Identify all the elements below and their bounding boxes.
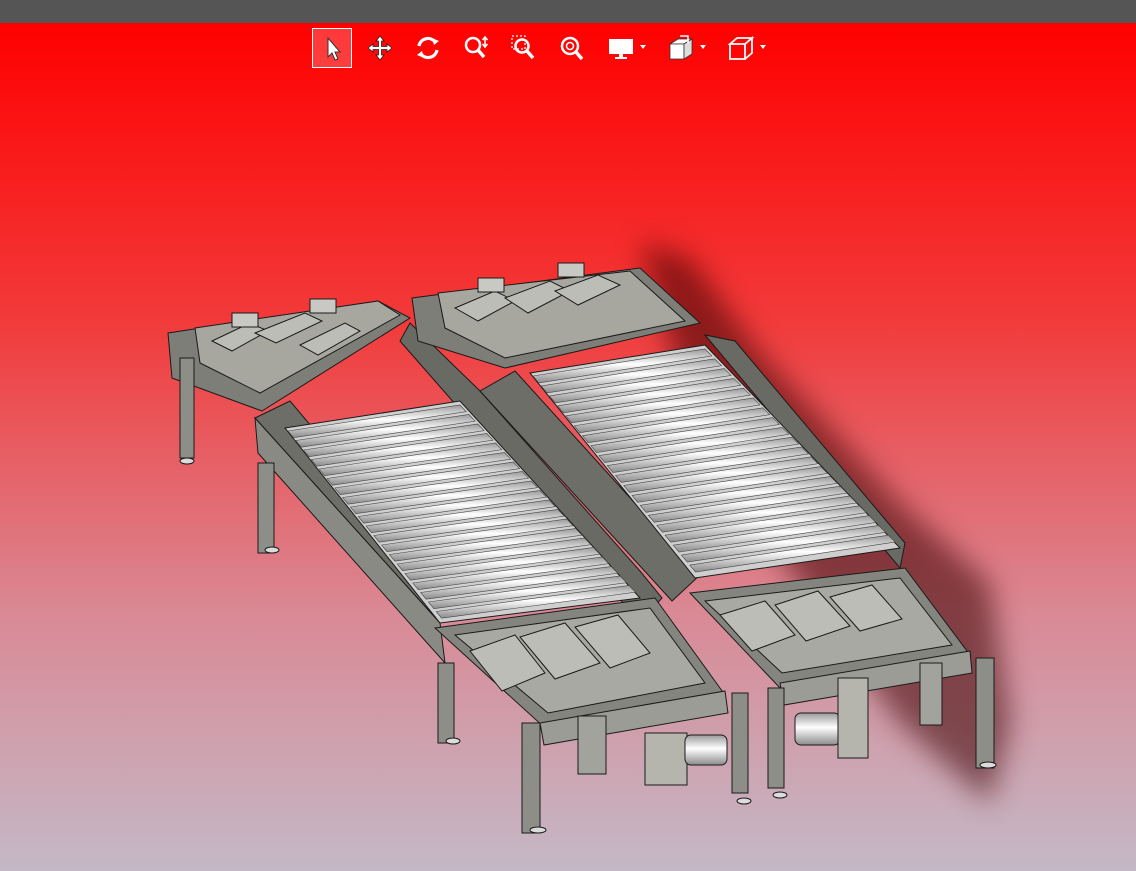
- 3d-viewport[interactable]: [0, 23, 1136, 871]
- title-bar: [0, 0, 1136, 23]
- conveyor-3d-model[interactable]: [0, 23, 1136, 871]
